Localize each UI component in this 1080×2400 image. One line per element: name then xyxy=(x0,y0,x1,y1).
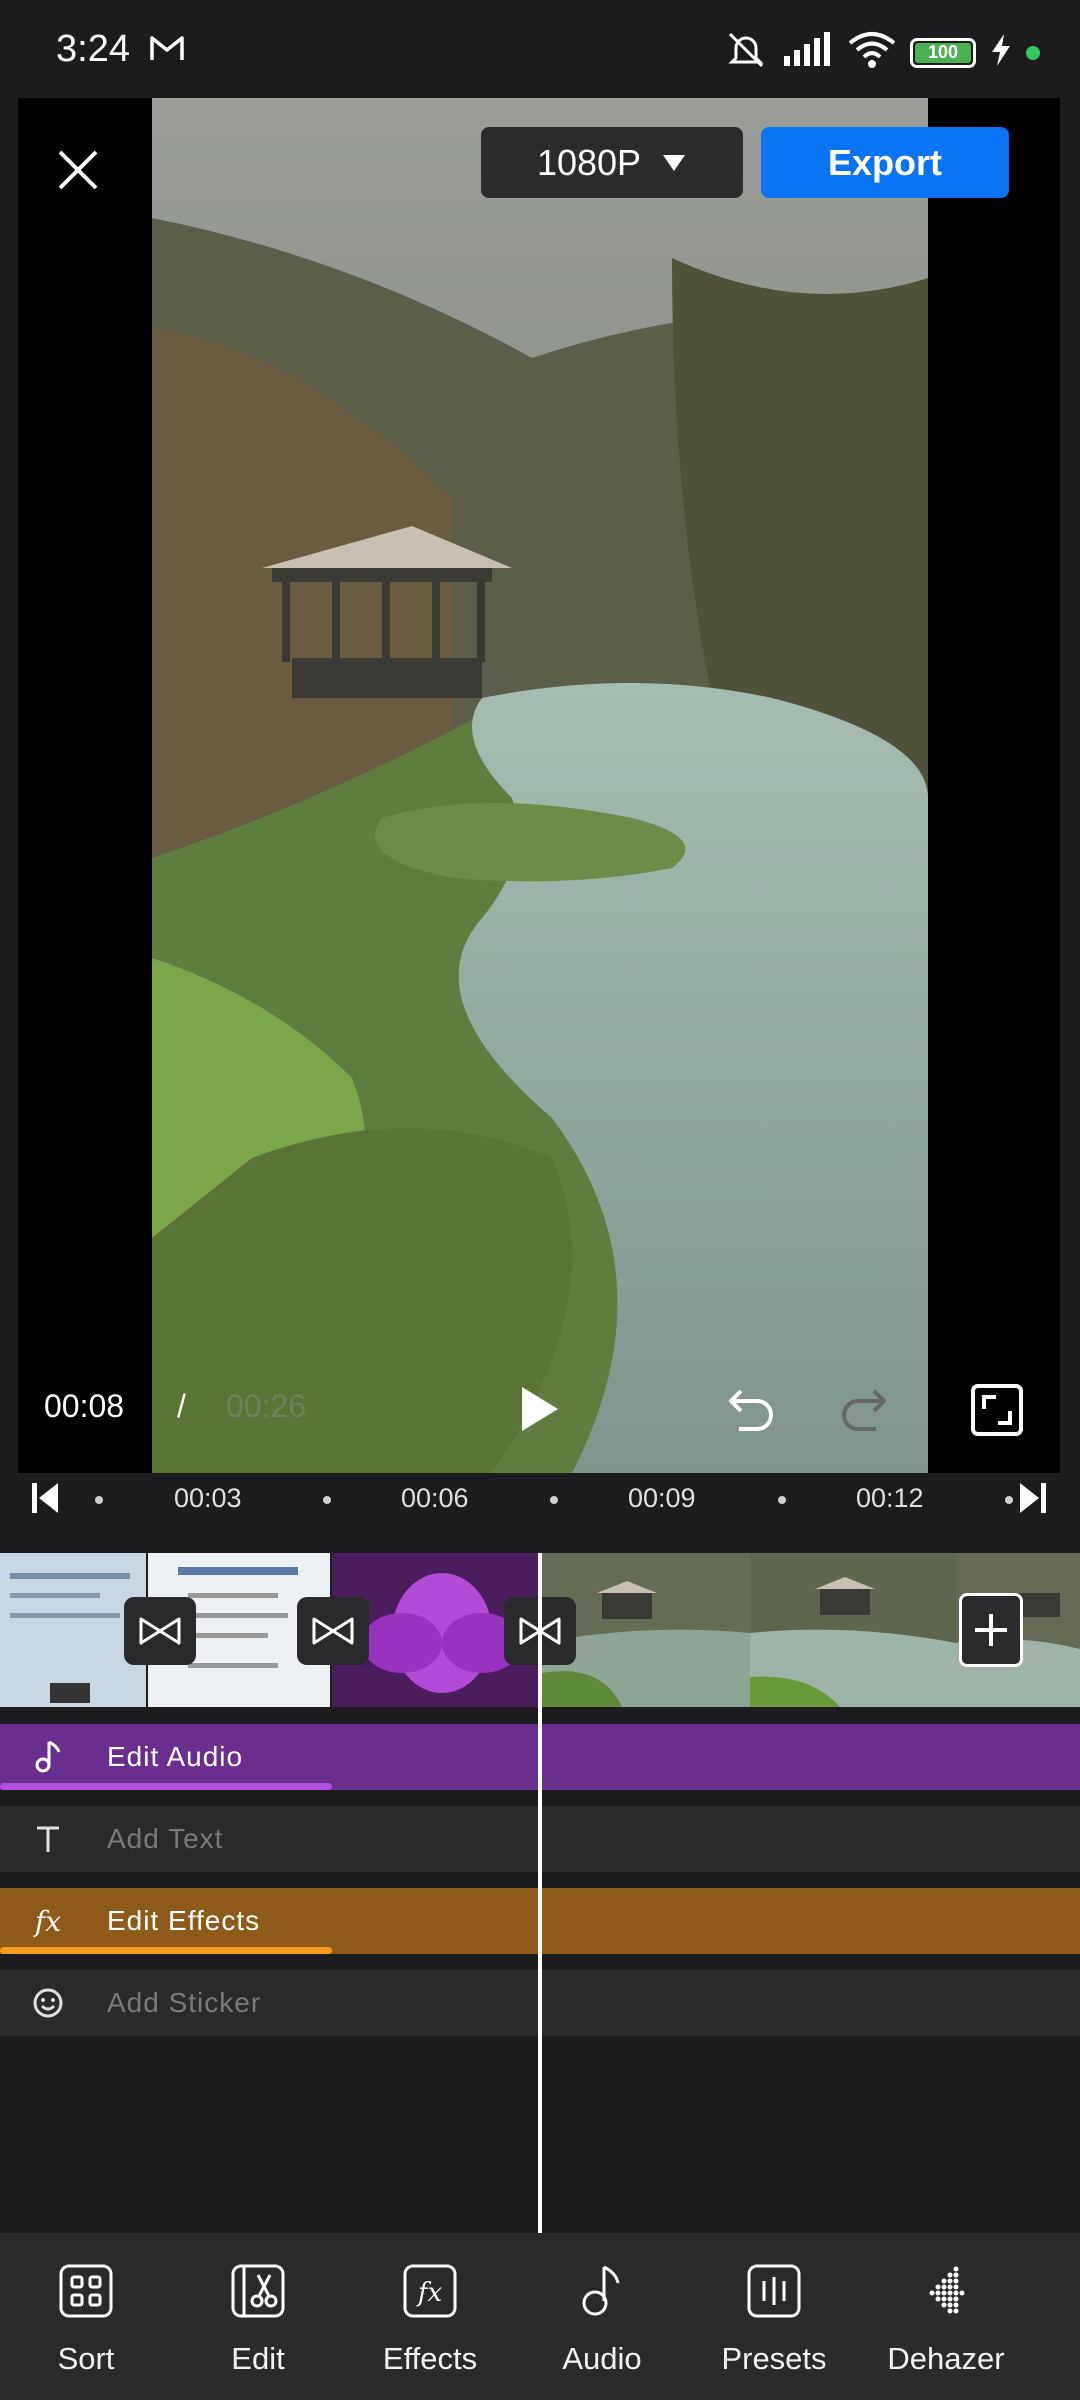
total-time: 00:26 xyxy=(226,1388,307,1424)
nav-label: Audio xyxy=(562,2341,642,2376)
ruler-label: 00:03 xyxy=(174,1483,242,1513)
skip-start-icon xyxy=(32,1483,58,1513)
track-progress xyxy=(0,1783,332,1790)
gmail-icon xyxy=(148,30,186,69)
music-note-icon xyxy=(574,2263,630,2324)
signal-icon xyxy=(782,32,834,73)
time-separator: / xyxy=(177,1388,186,1424)
battery-level: 100 xyxy=(927,42,959,62)
scissors-film-icon xyxy=(230,2263,286,2324)
fx-icon: fx xyxy=(34,1904,62,1938)
current-time: 00:08 xyxy=(44,1388,125,1424)
play-button[interactable] xyxy=(518,1385,562,1438)
track-progress xyxy=(0,1947,332,1954)
status-icons: 100 xyxy=(724,30,1040,75)
ruler-label: 00:09 xyxy=(628,1483,696,1513)
undo-button[interactable] xyxy=(727,1385,777,1436)
track-label: Add Sticker xyxy=(107,1987,262,2018)
caret-down-icon xyxy=(663,154,686,171)
fullscreen-icon xyxy=(971,1384,1023,1436)
ruler-label: 00:06 xyxy=(401,1483,469,1513)
play-icon xyxy=(522,1387,558,1431)
fullscreen-button[interactable] xyxy=(970,1383,1024,1442)
nav-label: Sort xyxy=(57,2341,115,2376)
resolution-label: 1080P xyxy=(536,141,642,183)
fx-icon: fx xyxy=(402,2263,458,2324)
charging-icon xyxy=(990,34,1012,71)
plus-icon xyxy=(975,1614,1007,1646)
smiley-icon xyxy=(30,1985,66,2021)
nav-label: Dehazer xyxy=(887,2341,1005,2376)
video-frame[interactable] xyxy=(152,98,928,1473)
close-button[interactable] xyxy=(48,140,108,200)
undo-icon xyxy=(729,1389,773,1431)
nav-effects[interactable]: fx Effects xyxy=(344,2233,516,2400)
nav-label: Effects xyxy=(382,2341,478,2376)
transition-button[interactable] xyxy=(297,1597,369,1665)
nav-audio[interactable]: Audio xyxy=(516,2233,688,2400)
nav-label: Edit xyxy=(231,2341,285,2376)
add-clip-button[interactable] xyxy=(959,1593,1023,1667)
svg-text:fx: fx xyxy=(416,2278,443,2308)
track-label: Edit Audio xyxy=(107,1741,244,1772)
skip-end-icon xyxy=(1020,1483,1046,1513)
skip-end-button[interactable] xyxy=(1016,1481,1048,1520)
mute-icon xyxy=(724,30,768,75)
status-time: 3:24 xyxy=(56,28,130,70)
transition-icon xyxy=(139,1617,181,1645)
timeline-ruler[interactable]: 00:03 00:06 00:09 00:12 xyxy=(0,1473,1080,1523)
skip-start-button[interactable] xyxy=(30,1481,62,1520)
resolution-dropdown[interactable]: 1080P xyxy=(481,127,743,198)
export-button[interactable]: Export xyxy=(761,127,1009,198)
track-label: Add Text xyxy=(107,1823,224,1854)
nav-presets[interactable]: Presets xyxy=(688,2233,860,2400)
nav-label: Presets xyxy=(721,2341,827,2376)
wifi-icon xyxy=(848,31,896,74)
grid-icon xyxy=(58,2263,114,2324)
video-preview xyxy=(18,98,1060,1473)
transition-icon xyxy=(312,1617,354,1645)
music-note-icon xyxy=(30,1739,66,1775)
nav-edit[interactable]: Edit xyxy=(172,2233,344,2400)
battery-icon: 100 xyxy=(910,37,976,68)
transition-button[interactable] xyxy=(124,1597,196,1665)
nav-dehazer[interactable]: Dehazer xyxy=(860,2233,1032,2400)
nav-sort[interactable]: Sort xyxy=(0,2233,172,2400)
text-icon xyxy=(30,1821,66,1857)
sliders-icon xyxy=(746,2263,802,2324)
ruler-label: 00:12 xyxy=(856,1483,924,1513)
dehaze-icon xyxy=(918,2263,974,2324)
close-icon xyxy=(58,150,98,190)
status-bar: 3:24 100 xyxy=(0,0,1080,100)
redo-icon xyxy=(842,1389,886,1431)
clip-thumbnail[interactable] xyxy=(750,1553,956,1707)
redo-button[interactable] xyxy=(838,1385,888,1436)
playhead[interactable] xyxy=(538,1553,542,2235)
privacy-indicator xyxy=(1026,45,1040,60)
bottom-toolbar: Sort Edit fx Effects Audio Presets Dehaz… xyxy=(0,2233,1080,2400)
track-label: Edit Effects xyxy=(107,1905,261,1936)
